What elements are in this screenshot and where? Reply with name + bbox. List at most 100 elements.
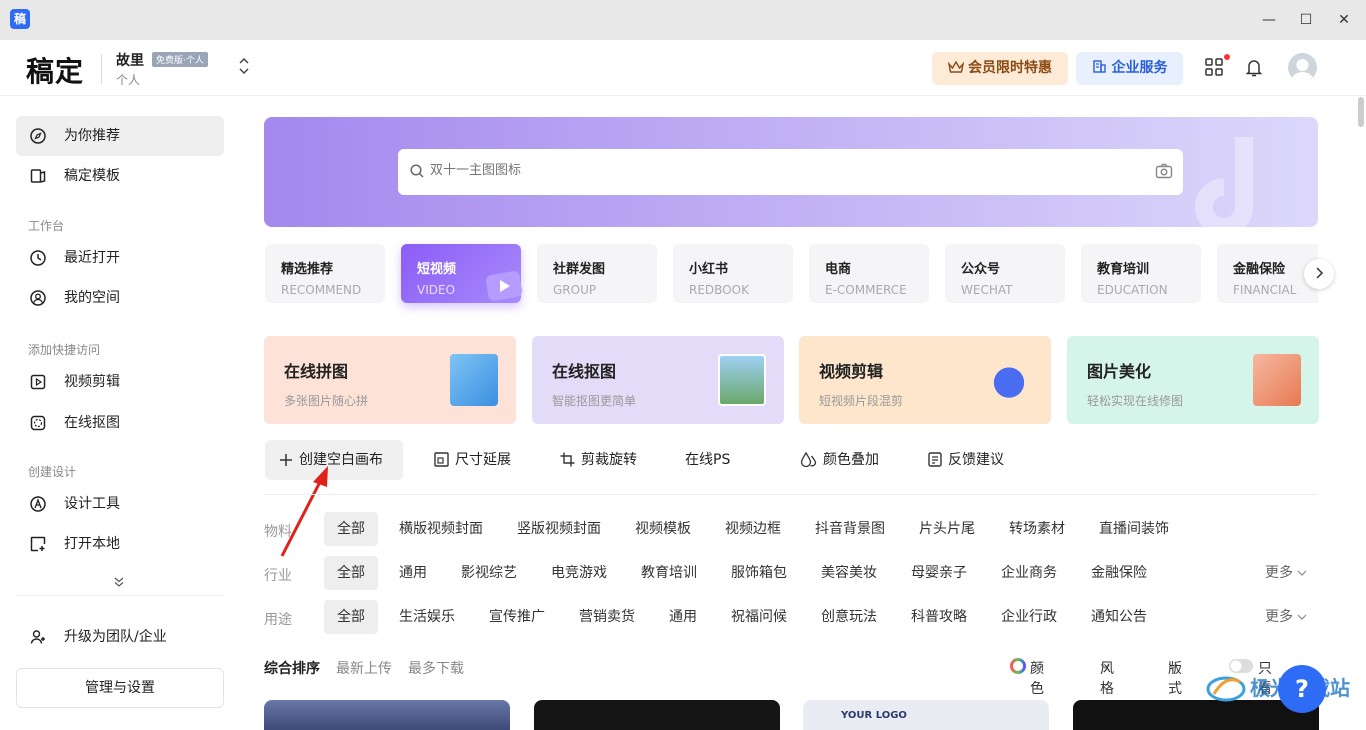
sidebar-item-label: 我的空间 bbox=[64, 290, 120, 306]
category-redbook[interactable]: 小红书 REDBOOK bbox=[673, 244, 793, 303]
template-card[interactable]: YOUR LOGO bbox=[803, 700, 1049, 730]
filter-chip[interactable]: 营销卖货 bbox=[579, 600, 635, 634]
crop-rotate-button[interactable]: 剪裁旋转 bbox=[560, 440, 637, 480]
camera-search-icon[interactable] bbox=[1155, 163, 1173, 179]
format-filter-label: 版式 bbox=[1168, 661, 1182, 697]
category-wechat[interactable]: 公众号 WECHAT bbox=[945, 244, 1065, 303]
open-local-icon bbox=[30, 536, 46, 552]
category-en: EDUCATION bbox=[1097, 283, 1168, 297]
format-filter[interactable]: 版式 bbox=[1168, 658, 1182, 697]
filter-chip[interactable]: 抖音背景图 bbox=[815, 512, 885, 546]
user-avatar[interactable] bbox=[1288, 53, 1317, 82]
filter-chip[interactable]: 宣传推广 bbox=[489, 600, 545, 634]
sidebar-item-cutout[interactable]: 在线抠图 bbox=[16, 403, 224, 443]
filter-row-material: 物料 全部 横版视频封面 竖版视频封面 视频模板 视频边框 抖音背景图 片头片尾… bbox=[264, 512, 1318, 546]
filter-chip-all[interactable]: 全部 bbox=[324, 512, 378, 546]
filter-chip[interactable]: 服饰箱包 bbox=[731, 556, 787, 590]
filter-chip[interactable]: 创意玩法 bbox=[821, 600, 877, 634]
manage-settings-button[interactable]: 管理与设置 bbox=[16, 668, 224, 708]
tool-card-beautify[interactable]: 图片美化 轻松实现在线修图 bbox=[1067, 336, 1319, 424]
color-filter[interactable]: 颜色 bbox=[1010, 658, 1044, 697]
notification-dot bbox=[1224, 54, 1230, 60]
sidebar: 为你推荐 稿定模板 工作台 最近打开 我的空间 添加快捷访问 视频剪辑 在线抠图… bbox=[0, 97, 240, 720]
category-video[interactable]: 短视频 VIDEO bbox=[401, 244, 523, 303]
vip-offer-button[interactable]: 会员限时特惠 bbox=[932, 52, 1068, 85]
filter-chip[interactable]: 视频模板 bbox=[635, 512, 691, 546]
filter-chip[interactable]: 影视综艺 bbox=[461, 556, 517, 590]
tool-card-collage[interactable]: 在线拼图 多张图片随心拼 bbox=[264, 336, 516, 424]
filter-chip[interactable]: 企业商务 bbox=[1001, 556, 1057, 590]
resize-extend-button[interactable]: 尺寸延展 bbox=[434, 440, 511, 480]
filter-chip[interactable]: 竖版视频封面 bbox=[517, 512, 601, 546]
category-name: 社群发图 bbox=[553, 262, 606, 277]
sidebar-item-recent[interactable]: 最近打开 bbox=[16, 238, 224, 278]
sidebar-item-my-space[interactable]: 我的空间 bbox=[16, 278, 224, 318]
sidebar-item-label: 在线抠图 bbox=[64, 415, 120, 431]
industry-more-button[interactable]: 更多 bbox=[1265, 556, 1307, 590]
vertical-scrollbar[interactable] bbox=[1358, 97, 1364, 127]
filter-chip[interactable]: 母婴亲子 bbox=[911, 556, 967, 590]
sort-tab-default[interactable]: 综合排序 bbox=[264, 658, 320, 678]
sidebar-item-recommend[interactable]: 为你推荐 bbox=[16, 116, 224, 156]
category-group[interactable]: 社群发图 GROUP bbox=[537, 244, 657, 303]
help-button[interactable]: ? bbox=[1278, 665, 1326, 713]
enterprise-service-button[interactable]: 企业服务 bbox=[1076, 52, 1183, 85]
switch-account-icon[interactable] bbox=[238, 56, 250, 77]
filter-chip[interactable]: 转场素材 bbox=[1009, 512, 1065, 546]
category-ecommerce[interactable]: 电商 E-COMMERCE bbox=[809, 244, 929, 303]
brand-logo[interactable]: 稿定 bbox=[26, 50, 84, 90]
bell-icon[interactable] bbox=[1245, 58, 1265, 78]
sidebar-item-templates[interactable]: 稿定模板 bbox=[16, 156, 224, 196]
add-user-icon bbox=[30, 630, 45, 644]
template-card[interactable] bbox=[264, 700, 510, 730]
filter-chip[interactable]: 直播间装饰 bbox=[1099, 512, 1169, 546]
watermark-logo-icon bbox=[1206, 676, 1246, 702]
chevron-down-icon bbox=[1298, 570, 1307, 576]
category-financial[interactable]: 金融保险 FINANCIAL bbox=[1217, 244, 1318, 303]
filter-chip[interactable]: 电竞游戏 bbox=[551, 556, 607, 590]
sort-tab-downloads[interactable]: 最多下载 bbox=[408, 658, 464, 678]
sidebar-item-video-edit[interactable]: 视频剪辑 bbox=[16, 362, 224, 402]
filter-chip[interactable]: 企业行政 bbox=[1001, 600, 1057, 634]
search-input[interactable] bbox=[430, 163, 1130, 178]
category-education[interactable]: 教育培训 EDUCATION bbox=[1081, 244, 1201, 303]
sidebar-item-label: 最近打开 bbox=[64, 250, 120, 266]
sidebar-item-design-tools[interactable]: 设计工具 bbox=[16, 484, 224, 524]
filter-chip[interactable]: 生活娱乐 bbox=[399, 600, 455, 634]
color-overlay-button[interactable]: 颜色叠加 bbox=[800, 440, 879, 480]
user-name[interactable]: 故里 bbox=[116, 50, 144, 70]
close-button[interactable]: ✕ bbox=[1333, 10, 1355, 30]
sidebar-item-open-local[interactable]: 打开本地 bbox=[16, 524, 224, 564]
expand-more-icon[interactable] bbox=[113, 573, 125, 592]
filter-chip[interactable]: 科普攻略 bbox=[911, 600, 967, 634]
filter-chip[interactable]: 金融保险 bbox=[1091, 556, 1147, 590]
filter-chip[interactable]: 美容美妆 bbox=[821, 556, 877, 590]
filter-chip[interactable]: 片头片尾 bbox=[919, 512, 975, 546]
filter-chip[interactable]: 横版视频封面 bbox=[399, 512, 483, 546]
window-titlebar: 稿 — ☐ ✕ bbox=[0, 0, 1366, 40]
chevron-right-icon[interactable] bbox=[1304, 259, 1334, 289]
filter-chip-all[interactable]: 全部 bbox=[324, 600, 378, 634]
tool-card-cutout[interactable]: 在线抠图 智能抠图更简单 bbox=[532, 336, 784, 424]
filter-chip[interactable]: 视频边框 bbox=[725, 512, 781, 546]
search-box[interactable] bbox=[398, 149, 1183, 195]
filter-chip[interactable]: 通用 bbox=[669, 600, 697, 634]
usage-more-button[interactable]: 更多 bbox=[1265, 600, 1307, 634]
filter-chip[interactable]: 通用 bbox=[399, 556, 427, 590]
minimize-button[interactable]: — bbox=[1258, 10, 1280, 30]
tool-card-video-edit[interactable]: 视频剪辑 短视频片段混剪 bbox=[799, 336, 1051, 424]
style-filter[interactable]: 风格 bbox=[1100, 658, 1114, 697]
sidebar-item-upgrade[interactable]: 升级为团队/企业 bbox=[16, 617, 224, 657]
filter-chip[interactable]: 教育培训 bbox=[641, 556, 697, 590]
style-filter-label: 风格 bbox=[1100, 661, 1114, 697]
apps-grid-icon[interactable] bbox=[1205, 58, 1225, 78]
filter-chip[interactable]: 祝福问候 bbox=[731, 600, 787, 634]
maximize-button[interactable]: ☐ bbox=[1295, 10, 1317, 30]
filter-chip[interactable]: 通知公告 bbox=[1091, 600, 1147, 634]
online-ps-button[interactable]: 在线PS bbox=[685, 440, 730, 480]
feedback-button[interactable]: 反馈建议 bbox=[928, 440, 1004, 480]
category-recommend[interactable]: 精选推荐 RECOMMEND bbox=[265, 244, 385, 303]
filter-chip-all[interactable]: 全部 bbox=[324, 556, 378, 590]
sort-tab-newest[interactable]: 最新上传 bbox=[336, 658, 392, 678]
template-card[interactable] bbox=[534, 700, 780, 730]
